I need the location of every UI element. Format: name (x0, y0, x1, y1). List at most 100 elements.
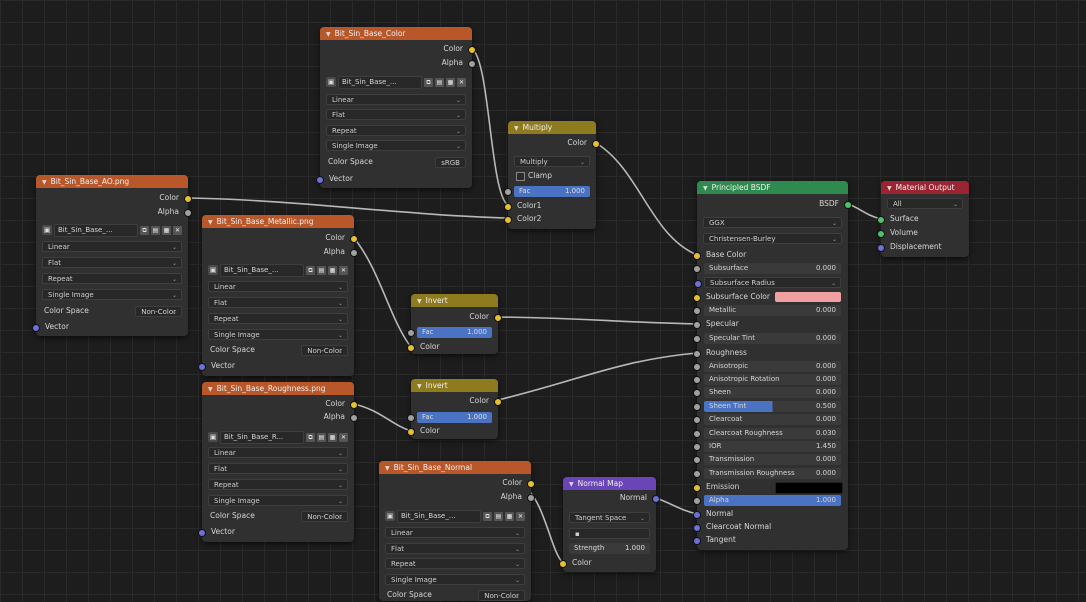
output-socket[interactable] (494, 314, 502, 322)
unlink-icon[interactable]: ✕ (457, 77, 466, 87)
input-socket[interactable] (693, 456, 701, 464)
output-socket[interactable] (184, 195, 192, 203)
input-socket[interactable] (407, 344, 415, 352)
collapse-arrow-icon[interactable]: ▼ (514, 125, 519, 132)
input-socket[interactable] (693, 511, 701, 519)
mix-rgb-node-multiply[interactable]: ▼ Multiply Color Multiply ⌄ Clamp Fac 1.000… (504, 121, 600, 229)
normal-map-node[interactable]: ▼ Normal Map Normal Tangent Space ⌄ ▪ Stre… (559, 477, 660, 572)
color-space-select[interactable]: sRGB ⌄ (435, 157, 466, 168)
sheen-field[interactable]: Sheen 0.000 (693, 387, 841, 398)
interpolation-select[interactable]: Linear ⌄ (385, 527, 525, 538)
subsurface-method-select[interactable]: Christensen-Burley ⌄ (703, 233, 842, 244)
input-socket[interactable] (693, 389, 701, 397)
open-image-icon[interactable]: ▦ (328, 265, 337, 275)
open-image-icon[interactable]: ▦ (505, 511, 514, 521)
image-texture-node-basecolor[interactable]: ▼ Bit_Sin_Base_Color Color Alpha ▣ Bit_Si… (316, 27, 476, 188)
input-socket[interactable] (693, 470, 701, 478)
image-name-field[interactable]: Bit_Sin_Base_... (54, 223, 138, 237)
input-socket[interactable] (504, 203, 512, 211)
image-texture-node-ao[interactable]: ▼ Bit_Sin_Base_AO.png Color Alpha ▣ Bit_S… (32, 175, 192, 336)
image-browse-icon[interactable]: ▣ (208, 265, 218, 275)
image-texture-node-roughness[interactable]: ▼ Bit_Sin_Base_Roughness.png Color Alpha … (198, 382, 358, 542)
image-name-field[interactable]: Bit_Sin_Base_R... (220, 430, 304, 444)
image-browse-icon[interactable]: ▣ (42, 225, 52, 235)
specular-tint-field[interactable]: Specular Tint 0.000 (693, 333, 841, 344)
open-image-icon[interactable]: ▦ (328, 432, 337, 442)
image-texture-node-normal[interactable]: ▼ Bit_Sin_Base_Normal Color Alpha ▣ Bit_S… (379, 461, 535, 601)
open-image-icon[interactable]: ▦ (162, 225, 171, 235)
output-socket[interactable] (592, 140, 600, 148)
target-select[interactable]: All ⌄ (887, 198, 963, 209)
collapse-arrow-icon[interactable]: ▼ (385, 465, 390, 472)
input-socket[interactable] (559, 560, 567, 568)
color-space-select[interactable]: Non-Color ⌄ (301, 345, 348, 356)
principled-bsdf-node[interactable]: ▼ Principled BSDF BSDF GGX ⌄ Christensen-B… (693, 181, 852, 550)
input-socket[interactable] (693, 265, 701, 273)
source-select[interactable]: Single Image ⌄ (208, 329, 348, 340)
node-header[interactable]: ▼ Multiply (508, 121, 596, 134)
fake-user-icon[interactable]: ⧉ (306, 265, 315, 275)
output-socket[interactable] (350, 401, 358, 409)
input-socket[interactable] (693, 294, 701, 302)
alpha-field[interactable]: Alpha 1.000 (693, 495, 841, 506)
blend-mode-select[interactable]: Multiply ⌄ (514, 156, 590, 167)
clearcoat-roughness-field[interactable]: Clearcoat Roughness 0.030 (693, 428, 841, 439)
collapse-arrow-icon[interactable]: ▼ (703, 185, 708, 192)
projection-select[interactable]: Flat ⌄ (208, 463, 348, 474)
collapse-arrow-icon[interactable]: ▼ (326, 31, 331, 38)
anisotropic-field[interactable]: Anisotropic 0.000 (693, 361, 841, 372)
collapse-arrow-icon[interactable]: ▼ (42, 179, 47, 186)
subsurface-color-swatch[interactable] (775, 292, 841, 302)
extension-select[interactable]: Repeat ⌄ (208, 313, 348, 324)
output-socket[interactable] (494, 398, 502, 406)
fake-user-icon[interactable]: ⧉ (483, 511, 492, 521)
projection-select[interactable]: Flat ⌄ (42, 257, 182, 268)
node-header[interactable]: ▼ Invert (411, 294, 498, 307)
fake-user-icon[interactable]: ⧉ (140, 225, 149, 235)
input-socket[interactable] (407, 428, 415, 436)
node-header[interactable]: ▼ Bit_Sin_Base_AO.png (36, 175, 188, 188)
output-socket[interactable] (527, 494, 535, 502)
collapse-arrow-icon[interactable]: ▼ (417, 383, 422, 390)
subsurface-field[interactable]: Subsurface 0.000 (693, 263, 841, 274)
input-socket[interactable] (504, 216, 512, 224)
image-name-field[interactable]: Bit_Sin_Base_... (338, 75, 422, 89)
input-socket[interactable] (504, 188, 512, 196)
node-header[interactable]: ▼ Bit_Sin_Base_Metallic.png (202, 215, 354, 228)
source-select[interactable]: Single Image ⌄ (326, 140, 466, 151)
fake-user-icon[interactable]: ⧉ (424, 77, 433, 87)
image-selector[interactable]: ▣ Bit_Sin_Base_... ⧉ ▤ ▦ ✕ (208, 263, 348, 277)
input-socket[interactable] (693, 443, 701, 451)
input-socket[interactable] (693, 363, 701, 371)
image-selector[interactable]: ▣ Bit_Sin_Base_... ⧉ ▤ ▦ ✕ (42, 223, 182, 237)
new-image-icon[interactable]: ▤ (317, 265, 326, 275)
source-select[interactable]: Single Image ⌄ (42, 289, 182, 300)
output-socket[interactable] (350, 414, 358, 422)
input-socket[interactable] (316, 176, 324, 184)
fake-user-icon[interactable]: ⧉ (306, 432, 315, 442)
unlink-icon[interactable]: ✕ (516, 511, 525, 521)
sheen-tint-field[interactable]: Sheen Tint 0.500 (693, 401, 841, 412)
node-header[interactable]: ▼ Bit_Sin_Base_Roughness.png (202, 382, 354, 395)
output-socket[interactable] (844, 201, 852, 209)
node-header[interactable]: ▼ Normal Map (563, 477, 656, 490)
unlink-icon[interactable]: ✕ (339, 432, 348, 442)
new-image-icon[interactable]: ▤ (494, 511, 503, 521)
image-selector[interactable]: ▣ Bit_Sin_Base_... ⧉ ▤ ▦ ✕ (385, 509, 525, 523)
interpolation-select[interactable]: Linear ⌄ (208, 281, 348, 292)
space-select[interactable]: Tangent Space ⌄ (569, 512, 650, 523)
checkbox-icon[interactable] (516, 171, 525, 181)
metallic-field[interactable]: Metallic 0.000 (693, 305, 841, 316)
input-socket[interactable] (693, 335, 701, 343)
new-image-icon[interactable]: ▤ (317, 432, 326, 442)
material-output-node[interactable]: ▼ Material Output All ⌄ Surface Volume Dis… (877, 181, 969, 257)
input-socket[interactable] (198, 363, 206, 371)
node-header[interactable]: ▼ Bit_Sin_Base_Color (320, 27, 472, 40)
invert-node-metallic[interactable]: ▼ Invert Color Fac 1.000 Color (407, 294, 502, 354)
output-socket[interactable] (527, 480, 535, 488)
input-socket[interactable] (198, 529, 206, 537)
output-socket[interactable] (350, 235, 358, 243)
input-socket[interactable] (693, 403, 701, 411)
input-socket[interactable] (407, 329, 415, 337)
unlink-icon[interactable]: ✕ (173, 225, 182, 235)
